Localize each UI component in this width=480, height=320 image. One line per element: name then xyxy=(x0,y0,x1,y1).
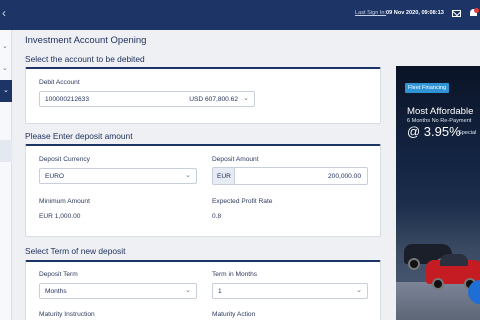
maturity-action-label: Maturity Action xyxy=(212,311,256,318)
deposit-currency-select[interactable]: EURO ⌄ xyxy=(39,168,197,184)
last-sign-in-value: 09 Nov 2020, 09:08:13 xyxy=(386,10,444,16)
page-title: Investment Account Opening xyxy=(25,35,147,46)
maturity-instruction-label: Maturity Instruction xyxy=(39,311,95,318)
debit-account-label: Debit Account xyxy=(39,79,80,86)
back-arrow-icon[interactable]: ‹ xyxy=(2,6,6,20)
notification-badge xyxy=(474,8,479,13)
promo-tag: Fleet Financing xyxy=(405,83,450,93)
mail-icon[interactable] xyxy=(452,10,461,17)
chevron-down-icon: ⌄ xyxy=(185,172,191,179)
term-in-months-label: Term in Months xyxy=(212,271,258,278)
minimum-amount-value: EUR 1,000.00 xyxy=(39,213,81,220)
deposit-amount-label: Deposit Amount xyxy=(212,156,259,163)
sidebar-chevron-icon[interactable]: ⌄ xyxy=(2,64,8,72)
amount-currency: EUR xyxy=(217,173,231,180)
deposit-section-heading: Please Enter deposit amount xyxy=(25,131,133,141)
promo-rate-suffix: Special xyxy=(458,130,477,136)
debit-account-select[interactable]: 100000212633 USD 607,800.62 ⌄ xyxy=(39,91,255,107)
chevron-down-icon: ⌄ xyxy=(243,95,249,102)
deposit-amount-card: Deposit Currency EURO ⌄ Deposit Amount E… xyxy=(25,144,381,237)
expected-profit-value: 0.8 xyxy=(212,213,222,220)
sidebar-chevron-icon[interactable]: ⌄ xyxy=(2,42,8,50)
amount-currency-addon: EUR xyxy=(213,168,235,184)
promo-banner[interactable]: Fleet Financing Most Affordable 6 Months… xyxy=(396,66,480,320)
minimum-amount-label: Minimum Amount xyxy=(39,198,90,205)
term-in-months-value: 1 xyxy=(218,288,222,295)
car-wheel xyxy=(432,278,444,290)
car-wheel xyxy=(408,258,420,270)
account-number: 100000212633 xyxy=(45,96,90,103)
deposit-amount-input[interactable]: EUR 200,000.00 xyxy=(212,167,368,185)
debit-section-heading: Select the account to be debited xyxy=(25,54,145,64)
deposit-currency-label: Deposit Currency xyxy=(39,156,90,163)
bell-icon[interactable] xyxy=(469,8,479,18)
promo-rate: @ 3.95% xyxy=(407,124,461,139)
term-section-heading: Select Term of new deposit xyxy=(25,246,126,256)
top-navigation-bar: ‹ Last Sign In: 09 Nov 2020, 09:08:13 xyxy=(0,0,480,30)
term-in-months-select[interactable]: 1 ⌄ xyxy=(212,283,368,299)
promo-headline: Most Affordable xyxy=(407,106,474,117)
sidebar-item-selected[interactable] xyxy=(0,140,12,162)
left-sidebar: ⌄ ⌄ ⌄ xyxy=(0,30,12,320)
debit-account-card: Debit Account 100000212633 USD 607,800.6… xyxy=(25,67,381,124)
deposit-term-value: Months xyxy=(45,288,67,295)
deposit-term-label: Deposit Term xyxy=(39,271,78,278)
chevron-down-icon: ⌄ xyxy=(185,287,191,294)
deposit-term-card: Deposit Term Months ⌄ Term in Months 1 ⌄… xyxy=(25,260,381,320)
chevron-down-icon: ⌄ xyxy=(356,287,362,294)
chevron-down-icon: ⌄ xyxy=(3,87,9,94)
deposit-term-select[interactable]: Months ⌄ xyxy=(39,283,197,299)
account-balance: USD 607,800.62 xyxy=(189,96,238,103)
expected-profit-label: Expected Profit Rate xyxy=(212,198,273,205)
car-window xyxy=(440,254,468,266)
last-sign-in-label[interactable]: Last Sign In: xyxy=(355,10,386,16)
sidebar-item-active[interactable]: ⌄ xyxy=(0,80,12,102)
amount-value: 200,000.00 xyxy=(327,173,361,180)
deposit-currency-value: EURO xyxy=(45,173,65,180)
